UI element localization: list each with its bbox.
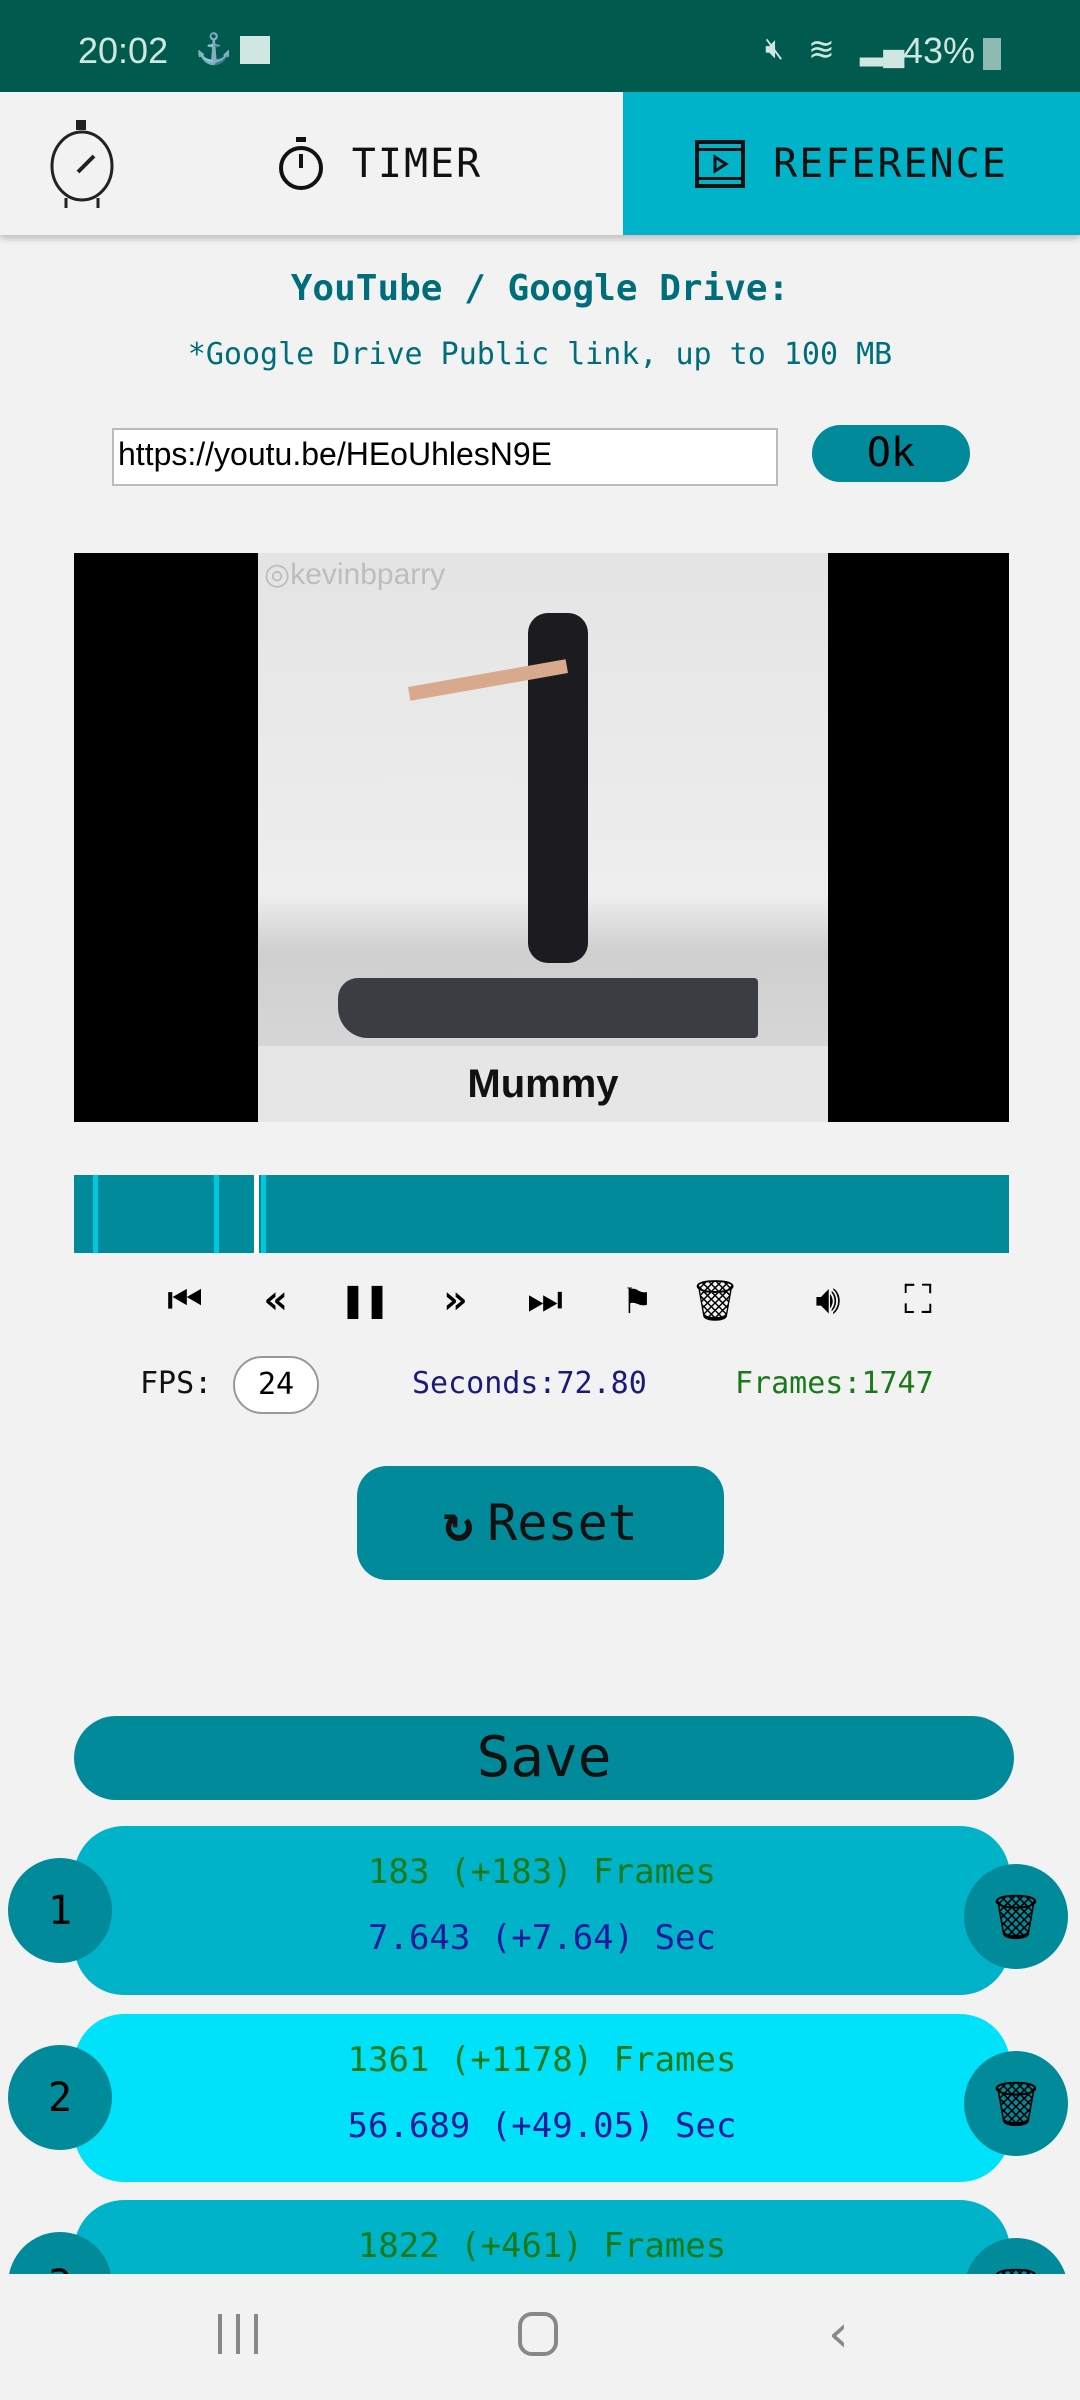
frames-readout: Frames:1747 <box>735 1366 934 1401</box>
delete-item-button[interactable]: 🗑︎ <box>964 1864 1068 1969</box>
skip-end-button[interactable]: ⏭︎ <box>520 1275 570 1325</box>
tab-timer[interactable]: TIMER <box>180 92 580 235</box>
skip-end-icon: ⏭︎ <box>527 1277 563 1323</box>
battery-text: 43% <box>903 30 976 71</box>
recent-apps-button[interactable] <box>218 2314 258 2354</box>
trash-icon: 🗑︎ <box>988 2265 1044 2275</box>
marks-list: 183 (+183) Frames 7.643 (+7.64) Sec 1 🗑︎… <box>0 1826 1080 2274</box>
seconds-value: 72.80 <box>556 1366 647 1401</box>
navigation-bar: ‹ <box>0 2274 1080 2400</box>
list-item[interactable]: 1822 (+461) Frames <box>74 2200 1010 2274</box>
signal-icon: ▂▄ <box>860 33 905 66</box>
fps-label: FPS: <box>140 1366 213 1401</box>
back-icon: ‹ <box>828 2304 849 2364</box>
instagram-icon: ◎ <box>264 558 291 591</box>
volume-button[interactable]: 🔊︎ <box>803 1275 853 1325</box>
flag-icon: ⚑ <box>624 1277 650 1323</box>
trash-icon: 🗑︎ <box>988 2078 1044 2130</box>
item-seconds: 56.689 (+49.05) Sec <box>347 2106 737 2146</box>
fps-input[interactable]: 24 <box>233 1356 319 1414</box>
trash-icon: 🗑︎ <box>988 1891 1044 1943</box>
image-icon <box>240 36 270 64</box>
tab-bar: TIMER REFERENCE <box>0 92 1080 235</box>
list-item[interactable]: 1361 (+1178) Frames 56.689 (+49.05) Sec <box>74 2014 1010 2182</box>
save-button[interactable]: Save <box>74 1716 1014 1800</box>
item-frames: 1361 (+1178) Frames <box>347 2040 737 2080</box>
list-item[interactable]: 183 (+183) Frames 7.643 (+7.64) Sec <box>74 1826 1010 1995</box>
home-button[interactable] <box>518 2312 558 2356</box>
page-subtitle: *Google Drive Public link, up to 100 MB <box>187 337 893 372</box>
treadmill-image <box>338 978 758 1038</box>
playhead[interactable] <box>254 1175 259 1253</box>
reset-label: Reset <box>487 1494 638 1552</box>
notification-icon: ⚓ <box>195 33 233 66</box>
tab-reference[interactable]: REFERENCE <box>623 92 1080 235</box>
video-caption: Mummy <box>258 1046 828 1122</box>
timeline-marker[interactable] <box>261 1175 266 1253</box>
reset-button[interactable]: ↻ Reset <box>357 1466 724 1580</box>
item-number: 1 <box>8 1858 112 1963</box>
item-frames: 1822 (+461) Frames <box>357 2226 727 2266</box>
rewind-icon: « <box>263 1277 289 1323</box>
skip-start-icon: ⏮︎ <box>167 1277 203 1323</box>
item-seconds: 7.643 (+7.64) Sec <box>368 1918 716 1958</box>
volume-icon: 🔊︎ <box>815 1277 841 1323</box>
video-watermark: ◎kevinbparry <box>264 557 445 592</box>
trash-icon: 🗑︎ <box>689 1277 741 1324</box>
reset-icon: ↻ <box>443 1494 474 1552</box>
url-input[interactable]: https://youtu.be/HEoUhlesN9E <box>112 428 778 486</box>
flag-button[interactable]: ⚑ <box>612 1275 662 1325</box>
ok-button[interactable]: Ok <box>812 425 970 482</box>
mute-icon: 🔇︎ <box>765 32 784 65</box>
fast-forward-button[interactable]: » <box>430 1275 480 1325</box>
pause-icon: ❚❚ <box>340 1277 390 1323</box>
pause-button[interactable]: ❚❚ <box>340 1275 390 1325</box>
stopwatch-icon <box>278 136 323 190</box>
battery-icon <box>983 38 1001 70</box>
fast-forward-icon: » <box>442 1277 468 1323</box>
video-frame: Mummy ◎kevinbparry <box>258 553 828 1122</box>
seconds-label: Seconds: <box>412 1366 557 1401</box>
video-player[interactable]: Mummy ◎kevinbparry <box>74 553 1009 1122</box>
wifi-icon: ≋ <box>808 31 835 67</box>
frames-value: 1747 <box>861 1366 934 1401</box>
watermark-text: kevinbparry <box>290 558 446 591</box>
tab-reference-label: REFERENCE <box>773 140 1008 187</box>
app-logo-icon <box>42 120 122 208</box>
film-play-icon <box>695 139 746 188</box>
clock: 20:02 <box>78 30 169 71</box>
recent-apps-icon <box>236 2314 240 2354</box>
item-number: 2 <box>8 2045 112 2150</box>
rewind-button[interactable]: « <box>251 1275 301 1325</box>
tab-timer-label: TIMER <box>351 140 483 187</box>
fullscreen-icon: ⛶ <box>904 1277 932 1323</box>
back-button[interactable]: ‹ <box>828 2304 849 2364</box>
delete-button[interactable]: 🗑︎ <box>689 1275 741 1325</box>
seconds-readout: Seconds:72.80 <box>412 1366 647 1401</box>
status-bar: 20:02 ⚓ 🔇︎ ≋ ▂▄ 43% <box>0 0 1080 92</box>
delete-item-button[interactable]: 🗑︎ <box>964 2051 1068 2156</box>
frames-label: Frames: <box>735 1366 862 1401</box>
timeline-marker[interactable] <box>93 1175 98 1253</box>
item-frames: 183 (+183) Frames <box>368 1852 716 1892</box>
timeline-marker[interactable] <box>214 1175 219 1253</box>
page-title: YouTube / Google Drive: <box>290 268 790 309</box>
fullscreen-button[interactable]: ⛶ <box>893 1275 943 1325</box>
skip-start-button[interactable]: ⏮︎ <box>160 1275 210 1325</box>
timeline-slider[interactable] <box>74 1175 1009 1253</box>
